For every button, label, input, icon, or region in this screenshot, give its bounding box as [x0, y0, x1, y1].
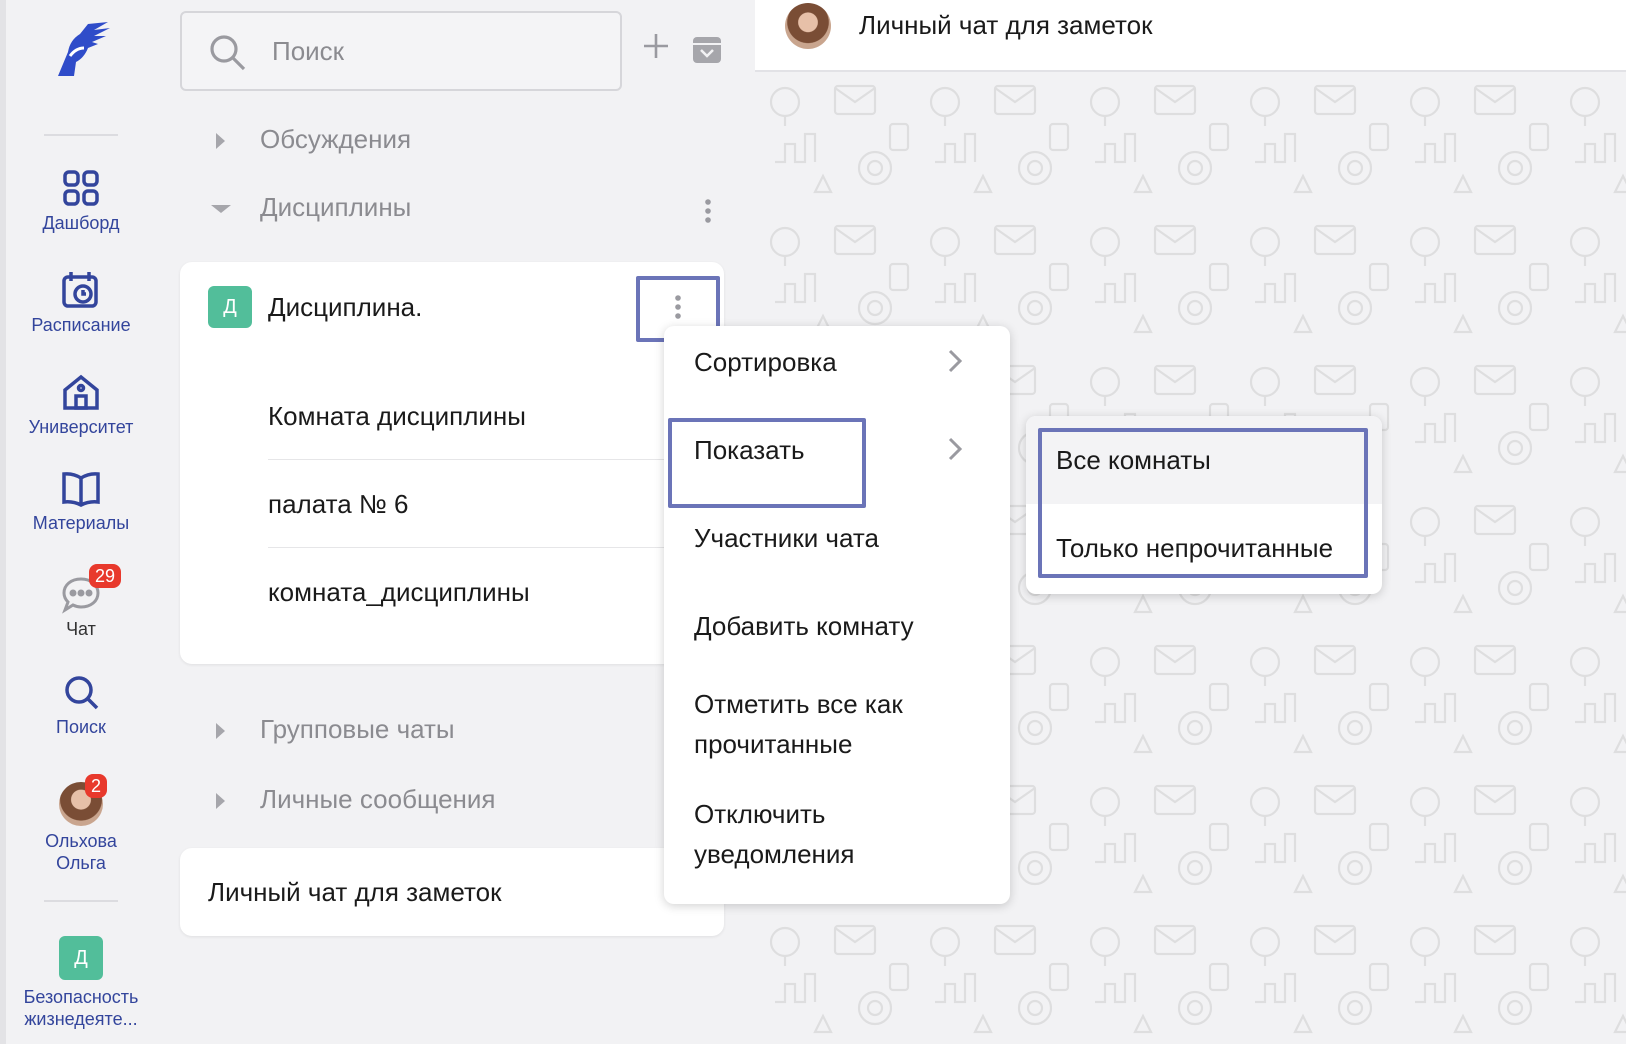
- nav-user-profile[interactable]: 2 Ольхова Ольга: [6, 774, 156, 874]
- user-name-line2: Ольга: [56, 853, 106, 873]
- caret-down-icon: [210, 197, 244, 219]
- caret-right-icon: [210, 719, 244, 741]
- user-name-line1: Ольхова: [45, 831, 117, 851]
- discipline-tile: Д: [208, 286, 252, 328]
- section-personal[interactable]: Личные сообщения: [210, 784, 496, 815]
- chat-bubble-icon: 29: [61, 564, 122, 614]
- discipline-header[interactable]: Д Дисциплина.: [208, 286, 422, 328]
- archive-icon: [693, 37, 721, 63]
- nav-chat[interactable]: 29 Чат: [6, 564, 156, 640]
- nav-schedule[interactable]: Расписание: [6, 270, 156, 336]
- menu-item-sort[interactable]: Сортировка: [694, 342, 837, 382]
- section-title: Дисциплины: [260, 192, 412, 222]
- nav-rail: Дашборд Расписание Университет Материалы: [0, 0, 150, 1044]
- org-label-line2: жизнедеяте...: [24, 1009, 138, 1029]
- menu-item-label: Отметить все как: [694, 689, 903, 719]
- menu-item-members[interactable]: Участники чата: [694, 518, 879, 558]
- rail-divider: [44, 134, 118, 136]
- avatar: 2: [59, 774, 108, 826]
- nav-label: Дашборд: [42, 213, 120, 233]
- rail-divider: [44, 900, 118, 902]
- nav-label: Расписание: [31, 315, 131, 335]
- grid-icon: [61, 168, 101, 208]
- caret-right-icon: [210, 129, 244, 151]
- more-vertical-icon: [705, 199, 711, 223]
- org-tile: Д: [59, 936, 103, 980]
- nav-label: Материалы: [32, 513, 130, 533]
- nav-label: Университет: [28, 417, 134, 437]
- section-more-button[interactable]: [702, 198, 714, 231]
- nav-materials[interactable]: Материалы: [6, 468, 156, 534]
- section-discussions[interactable]: Обсуждения: [210, 124, 411, 155]
- calendar-clock-icon: [61, 270, 101, 310]
- context-menu: Сортировка Показать Участники чата Добав…: [664, 326, 1010, 904]
- submenu-highlight: [1038, 428, 1368, 578]
- search-icon: [61, 672, 101, 712]
- unread-badge: 29: [89, 564, 122, 588]
- menu-item-mark-read[interactable]: Отметить все как прочитанные: [694, 684, 903, 764]
- app-logo-icon[interactable]: [48, 18, 116, 82]
- search-icon: [210, 35, 246, 71]
- nav-org[interactable]: Д Безопасность жизнедеяте...: [6, 936, 156, 1030]
- room-item[interactable]: Комната дисциплины: [268, 372, 724, 460]
- archive-button[interactable]: [692, 36, 722, 64]
- nav-label: Поиск: [56, 717, 106, 737]
- nav-search[interactable]: Поиск: [6, 672, 156, 738]
- section-title: Групповые чаты: [260, 714, 455, 744]
- book-icon: [61, 468, 101, 508]
- menu-item-label: уведомления: [694, 839, 855, 869]
- avatar: [785, 3, 831, 49]
- room-item[interactable]: палата № 6: [268, 460, 724, 548]
- nav-university[interactable]: Университет: [6, 372, 156, 438]
- note-chat-name: Личный чат для заметок: [208, 877, 502, 907]
- chat-header: Личный чат для заметок: [755, 0, 1626, 72]
- add-button[interactable]: [642, 32, 670, 60]
- chevron-right-icon: [948, 349, 963, 373]
- menu-item-label: Отключить: [694, 799, 826, 829]
- section-group-chats[interactable]: Групповые чаты: [210, 714, 455, 745]
- room-item[interactable]: комната_дисциплины: [268, 548, 724, 636]
- menu-item-label: прочитанные: [694, 729, 853, 759]
- section-title: Личные сообщения: [260, 784, 496, 814]
- menu-item-mute[interactable]: Отключить уведомления: [694, 794, 855, 874]
- org-label-line1: Безопасность: [23, 987, 139, 1007]
- section-disciplines[interactable]: Дисциплины: [210, 192, 411, 223]
- chat-title: Личный чат для заметок: [859, 10, 1153, 40]
- discipline-name: Дисциплина.: [268, 291, 423, 322]
- more-vertical-icon: [675, 295, 681, 319]
- search-input[interactable]: [272, 33, 602, 69]
- section-title: Обсуждения: [260, 124, 412, 154]
- university-icon: [61, 372, 101, 412]
- search-box[interactable]: [180, 11, 622, 91]
- nav-dashboard[interactable]: Дашборд: [6, 168, 156, 234]
- show-highlight: [668, 418, 866, 508]
- menu-item-add-room[interactable]: Добавить комнату: [694, 606, 914, 646]
- caret-right-icon: [210, 789, 244, 811]
- plus-icon: [644, 34, 668, 58]
- unread-badge: 2: [85, 774, 108, 798]
- chevron-right-icon: [948, 437, 963, 461]
- nav-label: Чат: [66, 619, 96, 639]
- note-chat-card[interactable]: Личный чат для заметок: [180, 848, 724, 936]
